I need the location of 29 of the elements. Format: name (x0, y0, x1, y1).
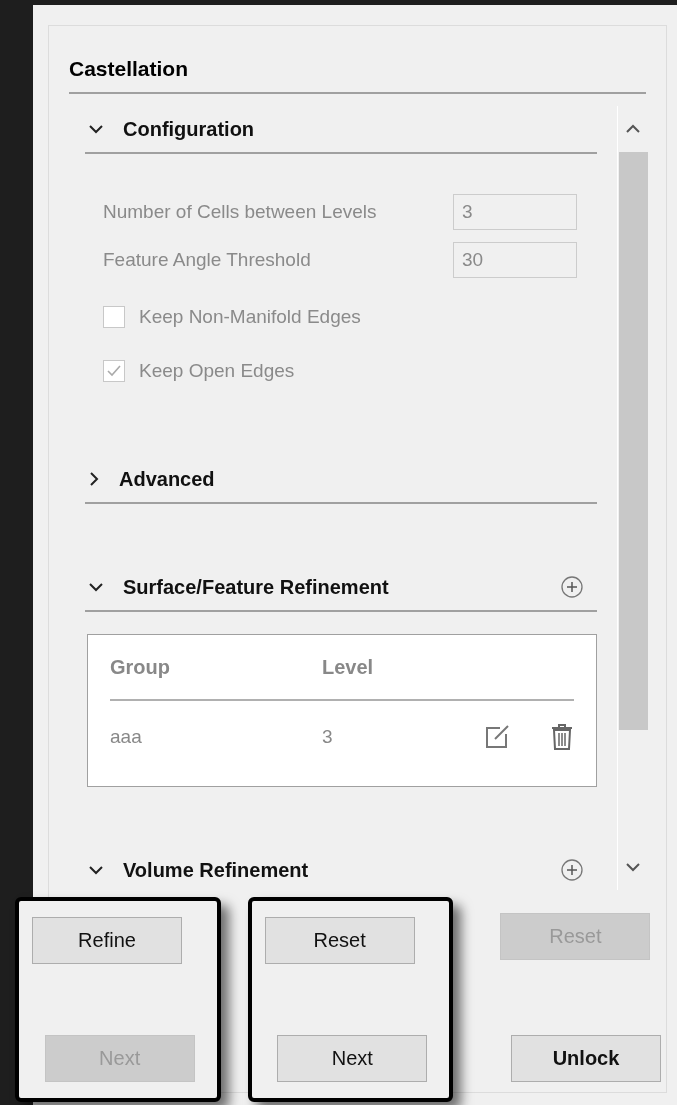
chevron-down-icon[interactable] (89, 124, 103, 134)
section-title[interactable]: Configuration (123, 117, 597, 141)
scrollbar-thumb[interactable] (619, 152, 648, 730)
button[interactable]: Refine (32, 917, 182, 964)
chevron-right-icon[interactable] (89, 472, 99, 486)
panel-title: Castellation (69, 26, 646, 94)
scroll-up-icon[interactable] (625, 124, 641, 134)
chevron-down-icon[interactable] (89, 865, 103, 875)
trash-icon[interactable] (550, 723, 574, 751)
edit-icon[interactable] (484, 724, 510, 750)
button[interactable]: Unlock (511, 1035, 661, 1082)
add-icon[interactable] (561, 859, 583, 881)
checkbox-label: Keep Open Edges (139, 360, 295, 382)
section-title[interactable]: Volume Refinement (123, 858, 541, 882)
scroll-down-icon[interactable] (625, 862, 641, 872)
table-cell-text: 3 (322, 726, 334, 748)
column-header: Level (322, 655, 375, 679)
button[interactable]: Reset (264, 917, 415, 964)
table-cell-text: aaa (110, 726, 143, 748)
section-title[interactable]: Advanced (119, 467, 597, 491)
scrollbar[interactable] (617, 106, 648, 890)
add-icon[interactable] (561, 576, 583, 598)
chevron-down-icon[interactable] (89, 582, 103, 592)
field-label: Feature Angle Threshold (103, 249, 311, 271)
field-label: Number of Cells between Levels (103, 201, 377, 223)
section-title[interactable]: Surface/Feature Refinement (123, 575, 541, 599)
button[interactable]: Next (277, 1035, 428, 1082)
checkbox-label: Keep Non-Manifold Edges (139, 306, 361, 328)
column-header: Group (110, 655, 171, 679)
